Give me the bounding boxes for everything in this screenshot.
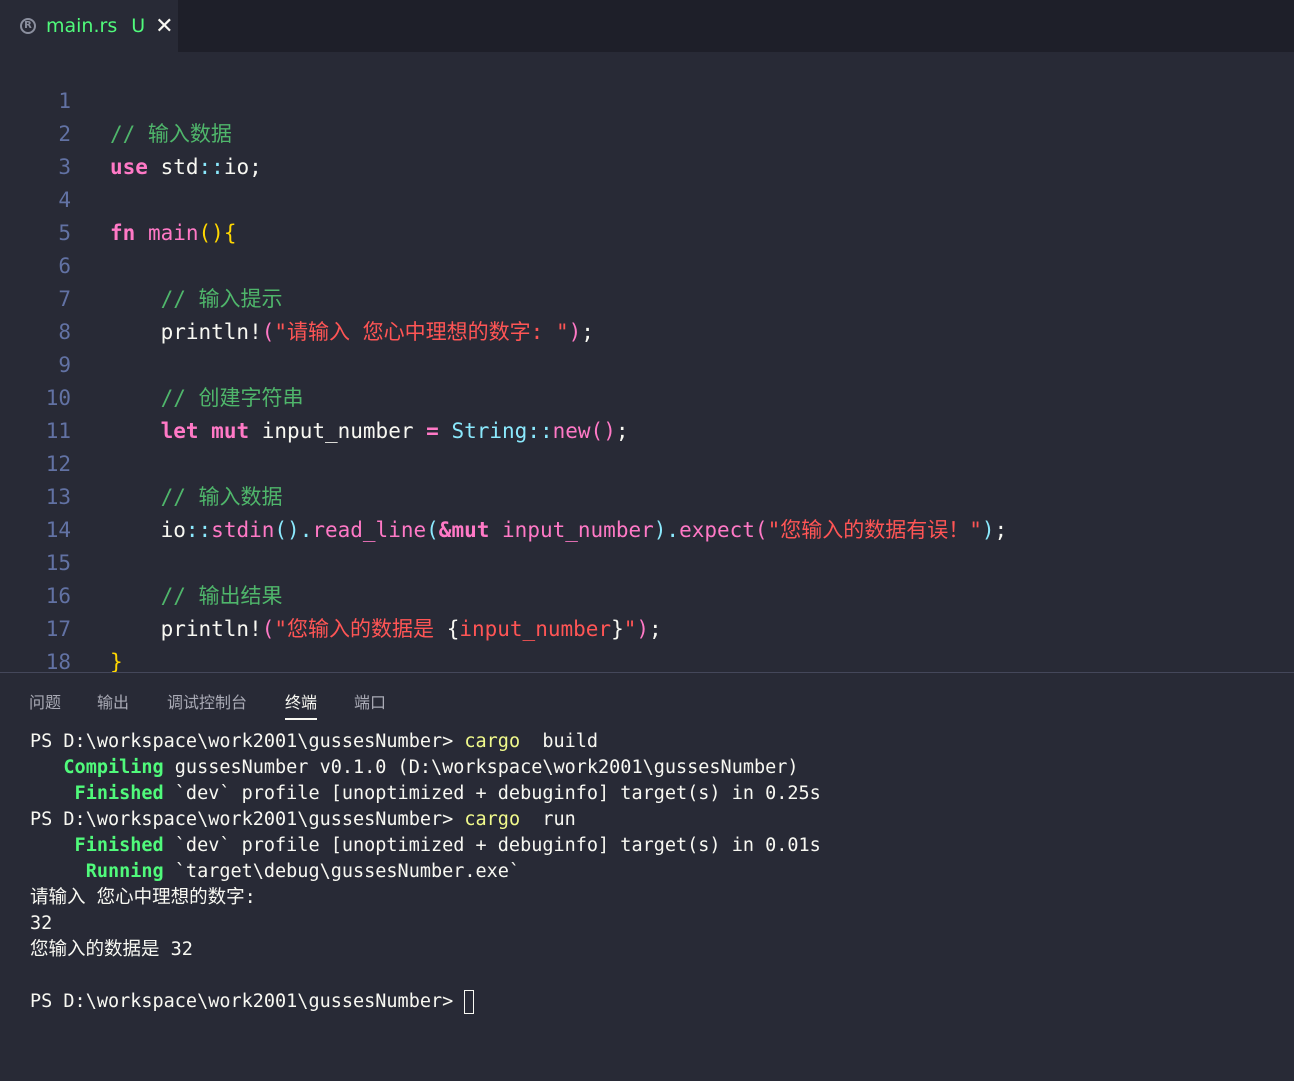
code-editor[interactable]: 1 // 输入数据 2 use std::io; 3 4 fn main(){ … [0, 52, 1294, 672]
code-line: 4 fn main(){ [0, 151, 1294, 245]
code-line: 1 // 输入数据 [0, 52, 1294, 146]
command: cargo [464, 809, 521, 830]
tab-problems[interactable]: 问题 [29, 689, 61, 713]
prompt: PS D:\workspace\work2001\gussesNumber> [30, 991, 465, 1012]
code-line: 15 // 输出结果 [0, 514, 1294, 608]
code-line: 11 [0, 382, 1294, 443]
terminal-line: Finished `dev` profile [unoptimized + de… [30, 833, 821, 859]
command-arg: run [520, 809, 576, 830]
terminal-line: PS D:\workspace\work2001\gussesNumber> [30, 989, 821, 1015]
tab-main-rs[interactable]: R main.rs U ✕ [0, 0, 178, 52]
running-label: Running [30, 861, 164, 882]
compiling-detail: gussesNumber v0.1.0 (D:\workspace\work20… [163, 757, 799, 778]
code-line: 9 // 创建字符串 [0, 316, 1294, 410]
code-line: 18 [0, 613, 1294, 672]
tab-terminal[interactable]: 终端 [285, 689, 318, 720]
code-line: 2 use std::io; [0, 85, 1294, 179]
code-line: 13 io::stdin().read_line(&mut input_numb… [0, 448, 1294, 542]
terminal-line: PS D:\workspace\work2001\gussesNumber> c… [30, 807, 821, 833]
code-line: 10 let mut input_number = String::new(); [0, 349, 1294, 443]
editor-tab-bar: R main.rs U ✕ [0, 0, 1294, 52]
terminal-line: 32 [30, 913, 53, 934]
terminal-output[interactable]: PS D:\workspace\work2001\gussesNumber> c… [30, 729, 821, 1015]
rust-file-icon: R [20, 18, 36, 34]
running-detail: `target\debug\gussesNumber.exe` [163, 861, 521, 882]
bottom-panel: 问题 输出 调试控制台 终端 端口 PS D:\workspace\work20… [0, 672, 1294, 1081]
terminal-cursor[interactable] [464, 990, 475, 1014]
finished-detail: `dev` profile [unoptimized + debuginfo] … [163, 835, 821, 856]
tab-output[interactable]: 输出 [97, 689, 129, 713]
terminal-line: 请输入 您心中理想的数字: [30, 887, 256, 908]
panel-tabs: 问题 输出 调试控制台 终端 端口 [0, 673, 1294, 729]
terminal-line: Compiling gussesNumber v0.1.0 (D:\worksp… [30, 755, 821, 781]
code-line: 12 // 输入数据 [0, 415, 1294, 509]
code-line: 5 [0, 184, 1294, 245]
prompt: PS D:\workspace\work2001\gussesNumber> [30, 809, 465, 830]
code-line: 16 println!("您输入的数据是 {input_number}"); [0, 547, 1294, 641]
code-line: 17 } [0, 580, 1294, 672]
terminal-line: PS D:\workspace\work2001\gussesNumber> c… [30, 729, 821, 755]
terminal-line: Finished `dev` profile [unoptimized + de… [30, 781, 821, 807]
code-line: 19 [0, 646, 1294, 672]
code-line: 7 println!("请输入 您心中理想的数字: "); [0, 250, 1294, 344]
command-arg: build [520, 731, 599, 752]
tab-ports[interactable]: 端口 [354, 689, 386, 713]
terminal-line: 您输入的数据是 32 [30, 939, 193, 960]
command: cargo [464, 731, 521, 752]
code-line: 14 [0, 481, 1294, 542]
code-line: 8 [0, 283, 1294, 344]
finished-label: Finished [30, 835, 164, 856]
code-line: 6 // 输入提示 [0, 217, 1294, 311]
tab-filename: main.rs [46, 15, 118, 37]
terminal-line: Running `target\debug\gussesNumber.exe` [30, 859, 821, 885]
code-line: 3 [0, 118, 1294, 179]
untracked-status-badge: U [131, 15, 146, 37]
close-icon[interactable]: ✕ [155, 14, 173, 39]
tab-debug-console[interactable]: 调试控制台 [167, 689, 247, 713]
finished-label: Finished [30, 783, 164, 804]
finished-detail: `dev` profile [unoptimized + debuginfo] … [163, 783, 821, 804]
prompt: PS D:\workspace\work2001\gussesNumber> [30, 731, 465, 752]
compiling-label: Compiling [30, 757, 164, 778]
